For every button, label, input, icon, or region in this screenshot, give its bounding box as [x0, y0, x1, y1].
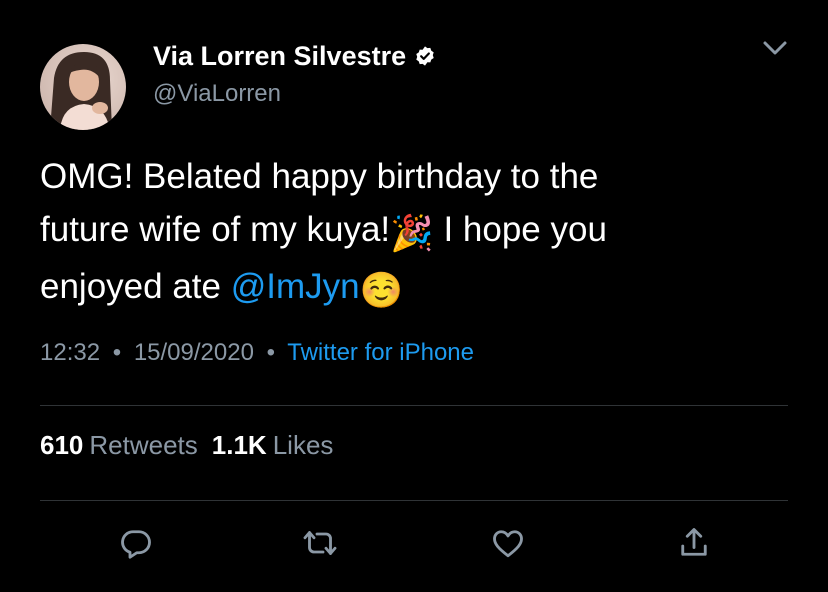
- smiling-face-emoji: ☺️: [359, 271, 404, 310]
- tweet-stats: 610 Retweets 1.1K Likes: [40, 430, 347, 461]
- likes-count: 1.1K: [211, 430, 267, 460]
- likes-stat[interactable]: 1.1K Likes: [212, 430, 348, 460]
- tweet-text-line: enjoyed ate @ImJyn☺️: [40, 260, 800, 317]
- verified-badge-icon: [414, 45, 436, 67]
- reply-icon: [118, 525, 154, 566]
- tweet-meta: 12:32 • 15/09/2020 • Twitter for iPhone: [40, 339, 474, 367]
- author-handle[interactable]: @ViaLorren: [153, 80, 281, 108]
- retweets-count: 610: [40, 430, 84, 460]
- likes-label: Likes: [272, 430, 334, 460]
- author-name[interactable]: Via Lorren Silvestre: [153, 41, 406, 72]
- tweet-text-line: OMG! Belated happy birthday to the: [40, 150, 800, 203]
- tweet-text-segment: future wife of my kuya!: [40, 210, 391, 249]
- share-button[interactable]: [674, 525, 714, 565]
- tweet-source-link[interactable]: Twitter for iPhone: [287, 339, 474, 366]
- tweet-text: OMG! Belated happy birthday to the futur…: [40, 150, 800, 317]
- tweet-text-segment: I hope you: [433, 210, 607, 249]
- retweets-stat[interactable]: 610 Retweets: [40, 430, 212, 460]
- party-popper-emoji: 🎉: [390, 214, 434, 253]
- tweet-text-segment: enjoyed ate: [40, 267, 231, 306]
- like-button[interactable]: [488, 525, 528, 565]
- chevron-down-icon[interactable]: [757, 33, 793, 63]
- divider: [40, 500, 788, 501]
- heart-icon: [490, 525, 526, 566]
- tweet-date[interactable]: 15/09/2020: [134, 339, 254, 366]
- reply-button[interactable]: [116, 525, 156, 565]
- retweet-icon: [302, 525, 338, 566]
- mention-link[interactable]: @ImJyn: [231, 267, 360, 306]
- divider: [40, 405, 788, 406]
- retweet-button[interactable]: [300, 525, 340, 565]
- author-row: Via Lorren Silvestre: [153, 38, 436, 74]
- avatar-image: [40, 44, 126, 130]
- meta-separator: •: [112, 339, 122, 366]
- meta-separator: •: [266, 339, 276, 366]
- tweet-time[interactable]: 12:32: [40, 339, 100, 366]
- tweet-text-segment: OMG! Belated happy birthday to the: [40, 157, 599, 196]
- retweets-label: Retweets: [89, 430, 198, 460]
- tweet-text-line: future wife of my kuya!🎉 I hope you: [40, 203, 800, 260]
- share-icon: [676, 525, 712, 566]
- avatar[interactable]: [40, 44, 126, 130]
